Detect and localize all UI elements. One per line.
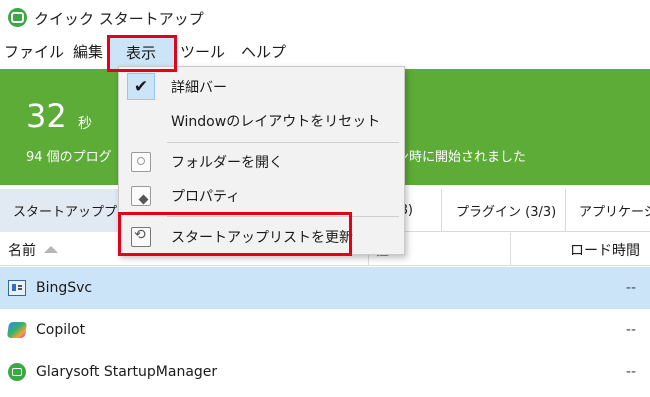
view-menu-dropdown: ✔ 詳細バー Windowのレイアウトをリセット フォルダーを開く プロパティ … — [118, 66, 405, 255]
tab-applications[interactable]: アプリケーシ — [565, 189, 650, 232]
menu-file[interactable]: ファイル — [4, 41, 64, 62]
app-icon — [8, 8, 27, 27]
menu-item-label: プロパティ — [171, 188, 241, 205]
menu-view[interactable]: 表示 — [108, 36, 174, 69]
startup-started-text: ン時に開始されました — [396, 150, 527, 165]
row-name: Copilot — [36, 322, 86, 338]
menu-separator — [167, 142, 399, 143]
table-row[interactable]: Glarysoft StartupManager -- — [0, 351, 650, 393]
menu-bar: ファイル 編集 表示 ツール ヘルプ — [0, 36, 650, 69]
glary-icon — [8, 363, 26, 381]
menu-item-label: 詳細バー — [171, 79, 227, 96]
startup-seconds-unit: 秒 — [78, 116, 92, 132]
menu-help[interactable]: ヘルプ — [241, 41, 286, 62]
menu-item-properties[interactable]: プロパティ — [119, 179, 404, 212]
menu-item-open-folder[interactable]: フォルダーを開く — [119, 145, 404, 178]
properties-icon — [131, 185, 151, 206]
menu-item-label: Windowのレイアウトをリセット — [171, 113, 381, 130]
row-load-time: -- — [625, 322, 636, 338]
row-load-time: -- — [625, 364, 636, 380]
startup-seconds-value: 32 — [26, 97, 67, 135]
row-name: Glarysoft StartupManager — [36, 364, 218, 380]
menu-edit[interactable]: 編集 — [73, 41, 103, 62]
folder-search-icon — [131, 151, 151, 172]
menu-item-refresh-startup-list[interactable]: スタートアップリストを更新 — [119, 220, 404, 253]
row-name: BingSvc — [36, 280, 93, 296]
menu-item-reset-layout[interactable]: Windowのレイアウトをリセット — [119, 104, 404, 137]
bing-icon — [8, 280, 26, 296]
column-name[interactable]: 名前 — [8, 233, 58, 266]
menu-item-details-bar[interactable]: ✔ 詳細バー — [119, 70, 404, 103]
column-name-label: 名前 — [8, 242, 36, 259]
menu-separator — [167, 216, 399, 217]
row-load-time: -- — [625, 280, 636, 296]
menu-item-label: フォルダーを開く — [171, 154, 283, 171]
copilot-icon — [6, 322, 28, 338]
sort-ascending-icon — [44, 246, 58, 253]
tab-plugins[interactable]: プラグイン (3/3) — [441, 189, 564, 232]
menu-item-label: スタートアップリストを更新 — [171, 229, 353, 246]
column-load-time[interactable]: ロード時間 — [510, 233, 650, 266]
window-title: クイック スタートアップ — [34, 10, 204, 28]
check-icon: ✔ — [127, 73, 155, 100]
startup-count-text: 94 個のプログ — [26, 150, 112, 165]
table-row[interactable]: BingSvc -- — [0, 267, 650, 309]
menu-tools[interactable]: ツール — [180, 41, 225, 62]
table-row[interactable]: Copilot -- — [0, 309, 650, 351]
title-bar: クイック スタートアップ — [0, 0, 650, 36]
refresh-icon — [131, 226, 151, 247]
